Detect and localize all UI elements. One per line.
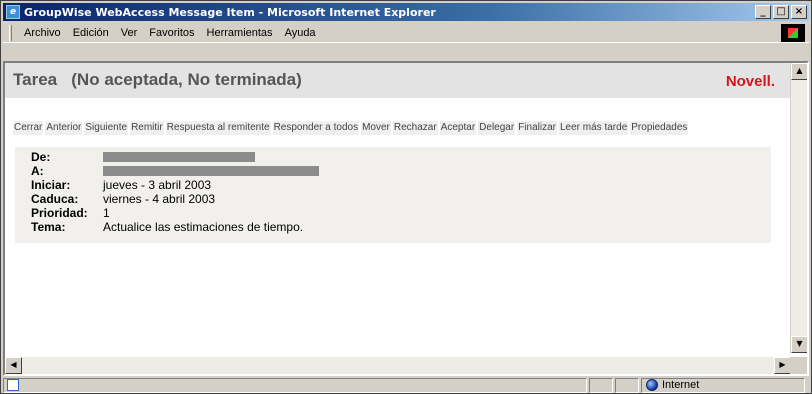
from-redacted <box>103 152 255 162</box>
close-item-button[interactable]: Cerrar <box>13 121 44 135</box>
to-label: A: <box>31 164 44 178</box>
novell-logo: Novell. <box>725 73 775 90</box>
start-label: Iniciar: <box>31 178 71 192</box>
menu-edicion[interactable]: Edición <box>67 27 115 39</box>
toolbar-grip[interactable] <box>9 24 12 41</box>
due-label: Caduca: <box>31 192 79 206</box>
scroll-left-icon[interactable]: ◀ <box>5 357 22 374</box>
menu-archivo[interactable]: Archivo <box>18 27 67 39</box>
from-label: De: <box>31 150 51 164</box>
previous-button[interactable]: Anterior <box>45 121 83 135</box>
reply-sender-button[interactable]: Respuesta al remitente <box>165 121 271 135</box>
accept-button[interactable]: Aceptar <box>439 121 477 135</box>
windows-throbber-icon <box>781 24 805 42</box>
reply-all-button[interactable]: Responder a todos <box>272 121 360 135</box>
priority-label: Prioridad: <box>31 206 88 220</box>
menu-favoritos[interactable]: Favoritos <box>143 27 200 39</box>
scroll-right-icon[interactable]: ▶ <box>774 357 791 374</box>
title-bar: e GroupWise WebAccess Message Item - Mic… <box>3 3 809 21</box>
menu-herramientas[interactable]: Herramientas <box>201 27 279 39</box>
to-redacted <box>103 166 319 176</box>
due-value: viernes - 4 abril 2003 <box>103 192 216 206</box>
minimize-button[interactable]: _ <box>755 5 771 19</box>
properties-button[interactable]: Propiedades <box>630 121 689 135</box>
status-cell-empty-1 <box>589 377 613 393</box>
scroll-down-icon[interactable]: ▼ <box>791 336 807 353</box>
page-icon <box>3 377 587 393</box>
menu-ayuda[interactable]: Ayuda <box>279 27 322 39</box>
start-row: Iniciar: jueves - 3 abril 2003 <box>31 178 771 192</box>
scroll-corner <box>790 357 807 374</box>
action-toolbar: Cerrar Anterior Siguiente Remitir Respue… <box>13 121 689 135</box>
globe-icon <box>646 379 658 391</box>
due-row: Caduca: viernes - 4 abril 2003 <box>31 192 771 206</box>
subject-label: Tema: <box>31 220 66 234</box>
scroll-up-icon[interactable]: ▲ <box>791 63 807 80</box>
item-header: Tarea (No aceptada, No terminada) Novell… <box>5 63 791 98</box>
close-button[interactable]: × <box>791 5 807 19</box>
page-content: Tarea (No aceptada, No terminada) Novell… <box>3 61 809 376</box>
zone-label: Internet <box>662 379 700 391</box>
start-value: jueves - 3 abril 2003 <box>103 178 212 192</box>
priority-row: Prioridad: 1 <box>31 206 771 220</box>
browser-window: e GroupWise WebAccess Message Item - Mic… <box>0 0 812 394</box>
page-title: Tarea (No aceptada, No terminada) <box>13 70 302 89</box>
forward-button[interactable]: Remitir <box>130 121 164 135</box>
ie-app-icon: e <box>6 5 20 19</box>
zone-cell: Internet <box>641 377 805 393</box>
priority-value: 1 <box>103 206 110 220</box>
to-row: A: <box>31 164 771 178</box>
next-button[interactable]: Siguiente <box>84 121 129 135</box>
menu-ver[interactable]: Ver <box>115 27 144 39</box>
status-bar: Internet <box>3 377 809 393</box>
read-later-button[interactable]: Leer más tarde <box>559 121 629 135</box>
horizontal-scrollbar[interactable]: ◀ ▶ <box>5 357 791 374</box>
decline-button[interactable]: Rechazar <box>392 121 438 135</box>
subject-value: Actualice las estimaciones de tiempo. <box>103 220 304 234</box>
window-title: GroupWise WebAccess Message Item - Micro… <box>24 5 436 19</box>
maximize-button[interactable]: □ <box>773 5 789 19</box>
menu-bar: Archivo Edición Ver Favoritos Herramient… <box>3 23 809 43</box>
vertical-scrollbar[interactable]: ▲ ▼ <box>790 63 807 353</box>
complete-button[interactable]: Finalizar <box>517 121 557 135</box>
subject-row: Tema: Actualice las estimaciones de tiem… <box>31 220 771 234</box>
message-fields: De: A: Iniciar: jueves - 3 abril 2003 Ca… <box>15 147 771 243</box>
status-cell-empty-2 <box>615 377 639 393</box>
move-button[interactable]: Mover <box>361 121 391 135</box>
delegate-button[interactable]: Delegar <box>478 121 516 135</box>
from-row: De: <box>31 150 771 164</box>
